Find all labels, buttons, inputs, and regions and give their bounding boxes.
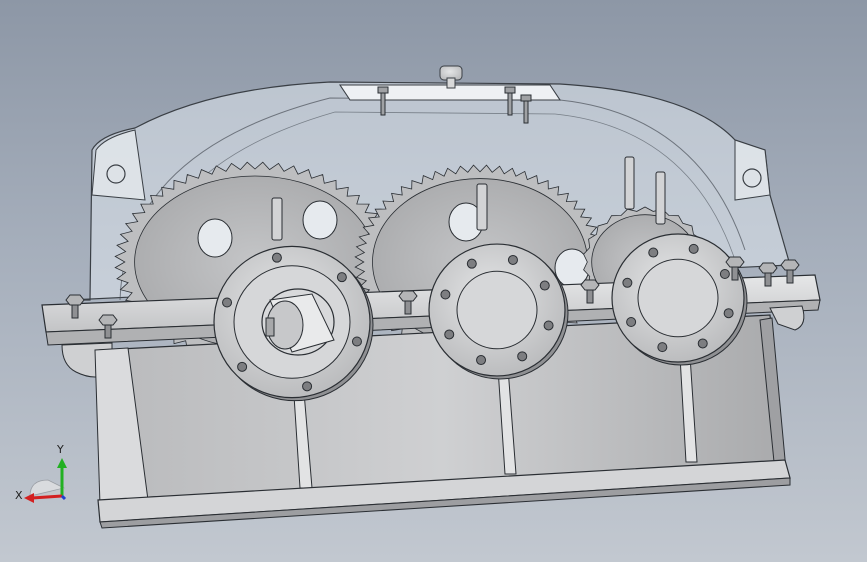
- cap-bolt: [723, 308, 734, 319]
- cap-bolt: [543, 320, 554, 331]
- cap-bolt: [440, 289, 451, 300]
- coordinate-triad: Y X: [10, 438, 80, 508]
- cad-viewport[interactable]: Y X: [0, 0, 867, 562]
- z-axis-arrow: [60, 494, 67, 501]
- cap-bolt: [697, 338, 708, 349]
- gearbox-model[interactable]: [0, 0, 867, 562]
- cap-bolt: [476, 355, 487, 366]
- cap-bolt: [622, 277, 633, 288]
- cap-bolt: [271, 252, 282, 263]
- x-axis-label: X: [15, 489, 23, 502]
- cap-bolt: [517, 351, 528, 362]
- cap-bolt: [648, 247, 659, 258]
- cap-bolt: [539, 280, 550, 291]
- cap-bolt: [657, 342, 668, 353]
- cap-bolt: [237, 361, 248, 372]
- input-shaft[interactable]: [261, 288, 335, 356]
- cap-bolt: [444, 329, 455, 340]
- x-axis-arrow: [31, 494, 63, 500]
- cap-bolt: [719, 269, 730, 280]
- cap-bolt: [222, 297, 233, 308]
- cap-bolt: [688, 243, 699, 254]
- cap-bolt: [626, 316, 637, 327]
- cap-bolt: [336, 272, 347, 283]
- lifting-lug-right: [734, 139, 771, 201]
- cap-bolt: [507, 254, 518, 265]
- cap-bolt: [466, 258, 477, 269]
- cap-bolt: [351, 336, 362, 347]
- y-axis-label: Y: [57, 443, 64, 456]
- flange-foot-right: [769, 305, 805, 331]
- cap-bolt: [302, 381, 313, 392]
